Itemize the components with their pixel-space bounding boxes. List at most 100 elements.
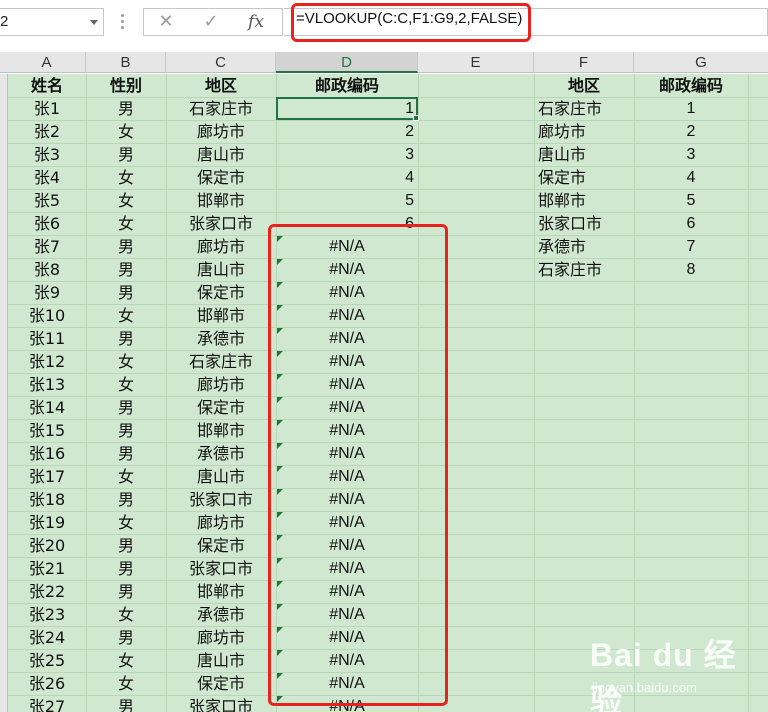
cell-region[interactable]: 承德市 (166, 442, 276, 465)
cell-region[interactable]: 唐山市 (166, 465, 276, 488)
name-box-dropdown-icon[interactable] (90, 20, 98, 25)
header-cell-b[interactable]: 性别 (86, 74, 166, 97)
column-header-b[interactable]: B (86, 52, 166, 73)
cell-name[interactable]: 张27 (8, 695, 86, 712)
cell-name[interactable]: 张18 (8, 488, 86, 511)
cell-region[interactable]: 承德市 (166, 603, 276, 626)
insert-function-icon[interactable]: fx (236, 9, 276, 35)
lookup-cell-postcode[interactable]: 7 (634, 235, 748, 258)
cell-gender[interactable]: 男 (86, 442, 166, 465)
cell-gender[interactable]: 女 (86, 672, 166, 695)
cell-gender[interactable]: 男 (86, 419, 166, 442)
cell-gender[interactable]: 女 (86, 350, 166, 373)
lookup-cell-postcode[interactable]: 1 (634, 97, 748, 120)
cell-region[interactable]: 张家口市 (166, 488, 276, 511)
cell-name[interactable]: 张11 (8, 327, 86, 350)
cell-gender[interactable]: 男 (86, 534, 166, 557)
cell-gender[interactable]: 男 (86, 626, 166, 649)
lookup-cell-region[interactable]: 廊坊市 (534, 120, 634, 143)
cell-region[interactable]: 唐山市 (166, 649, 276, 672)
cell-name[interactable]: 张4 (8, 166, 86, 189)
lookup-cell-region[interactable]: 石家庄市 (534, 258, 634, 281)
cell-postcode[interactable]: 5 (276, 189, 418, 212)
column-header-f[interactable]: F (534, 52, 634, 73)
lookup-cell-region[interactable]: 唐山市 (534, 143, 634, 166)
cell-name[interactable]: 张7 (8, 235, 86, 258)
cell-region[interactable]: 保定市 (166, 166, 276, 189)
cell-name[interactable]: 张16 (8, 442, 86, 465)
cell-region[interactable]: 邯郸市 (166, 419, 276, 442)
cell-name[interactable]: 张2 (8, 120, 86, 143)
cell-gender[interactable]: 女 (86, 511, 166, 534)
cell-gender[interactable]: 男 (86, 258, 166, 281)
cell-region[interactable]: 廊坊市 (166, 120, 276, 143)
cell-gender[interactable]: 男 (86, 281, 166, 304)
cell-region[interactable]: 石家庄市 (166, 97, 276, 120)
cell-name[interactable]: 张9 (8, 281, 86, 304)
lookup-cell-postcode[interactable]: 8 (634, 258, 748, 281)
cell-name[interactable]: 张26 (8, 672, 86, 695)
cell-name[interactable]: 张5 (8, 189, 86, 212)
cell-gender[interactable]: 女 (86, 212, 166, 235)
cell-name[interactable]: 张22 (8, 580, 86, 603)
cell-region[interactable]: 廊坊市 (166, 626, 276, 649)
column-header-a[interactable]: A (8, 52, 86, 73)
lookup-cell-postcode[interactable]: 4 (634, 166, 748, 189)
cell-gender[interactable]: 女 (86, 649, 166, 672)
cell-region[interactable]: 邯郸市 (166, 189, 276, 212)
header-cell-d[interactable]: 邮政编码 (276, 74, 418, 97)
cell-gender[interactable]: 男 (86, 327, 166, 350)
cell-gender[interactable]: 女 (86, 373, 166, 396)
cell-gender[interactable]: 女 (86, 166, 166, 189)
cell-name[interactable]: 张24 (8, 626, 86, 649)
cell-name[interactable]: 张20 (8, 534, 86, 557)
lookup-cell-region[interactable]: 张家口市 (534, 212, 634, 235)
lookup-cell-postcode[interactable]: 6 (634, 212, 748, 235)
cell-region[interactable]: 保定市 (166, 281, 276, 304)
cell-gender[interactable]: 男 (86, 396, 166, 419)
lookup-cell-region[interactable]: 石家庄市 (534, 97, 634, 120)
cell-region[interactable]: 石家庄市 (166, 350, 276, 373)
cell-gender[interactable]: 男 (86, 695, 166, 712)
cell-region[interactable]: 保定市 (166, 396, 276, 419)
cell-region[interactable]: 张家口市 (166, 695, 276, 712)
lookup-header-f[interactable]: 地区 (534, 74, 634, 97)
cell-gender[interactable]: 女 (86, 189, 166, 212)
cell-region[interactable]: 张家口市 (166, 557, 276, 580)
cell-name[interactable]: 张3 (8, 143, 86, 166)
cell-name[interactable]: 张13 (8, 373, 86, 396)
cell-gender[interactable]: 女 (86, 465, 166, 488)
cell-gender[interactable]: 女 (86, 304, 166, 327)
cell-name[interactable]: 张14 (8, 396, 86, 419)
cell-postcode[interactable]: 3 (276, 143, 418, 166)
cell-region[interactable]: 承德市 (166, 327, 276, 350)
lookup-cell-postcode[interactable]: 5 (634, 189, 748, 212)
cell-region[interactable]: 廊坊市 (166, 373, 276, 396)
cell-region[interactable]: 邯郸市 (166, 304, 276, 327)
fill-handle[interactable] (413, 115, 419, 121)
cell-gender[interactable]: 女 (86, 120, 166, 143)
lookup-header-g[interactable]: 邮政编码 (634, 74, 748, 97)
cell-region[interactable]: 保定市 (166, 534, 276, 557)
cell-region[interactable]: 张家口市 (166, 212, 276, 235)
cell-name[interactable]: 张15 (8, 419, 86, 442)
enter-icon[interactable]: ✓ (191, 9, 231, 35)
cell-name[interactable]: 张12 (8, 350, 86, 373)
column-header-c[interactable]: C (166, 52, 276, 73)
cell-name[interactable]: 张19 (8, 511, 86, 534)
cell-gender[interactable]: 女 (86, 603, 166, 626)
cell-region[interactable]: 保定市 (166, 672, 276, 695)
cell-postcode[interactable]: 4 (276, 166, 418, 189)
cell-gender[interactable]: 男 (86, 580, 166, 603)
cell-name[interactable]: 张17 (8, 465, 86, 488)
cell-name[interactable]: 张1 (8, 97, 86, 120)
cell-name[interactable]: 张25 (8, 649, 86, 672)
column-header-d[interactable]: D (276, 52, 418, 73)
active-cell-d2[interactable] (276, 97, 418, 120)
row-header-strip[interactable] (0, 74, 8, 712)
cell-gender[interactable]: 男 (86, 557, 166, 580)
cell-region[interactable]: 廊坊市 (166, 235, 276, 258)
cell-region[interactable]: 邯郸市 (166, 580, 276, 603)
lookup-cell-region[interactable]: 保定市 (534, 166, 634, 189)
lookup-cell-postcode[interactable]: 2 (634, 120, 748, 143)
